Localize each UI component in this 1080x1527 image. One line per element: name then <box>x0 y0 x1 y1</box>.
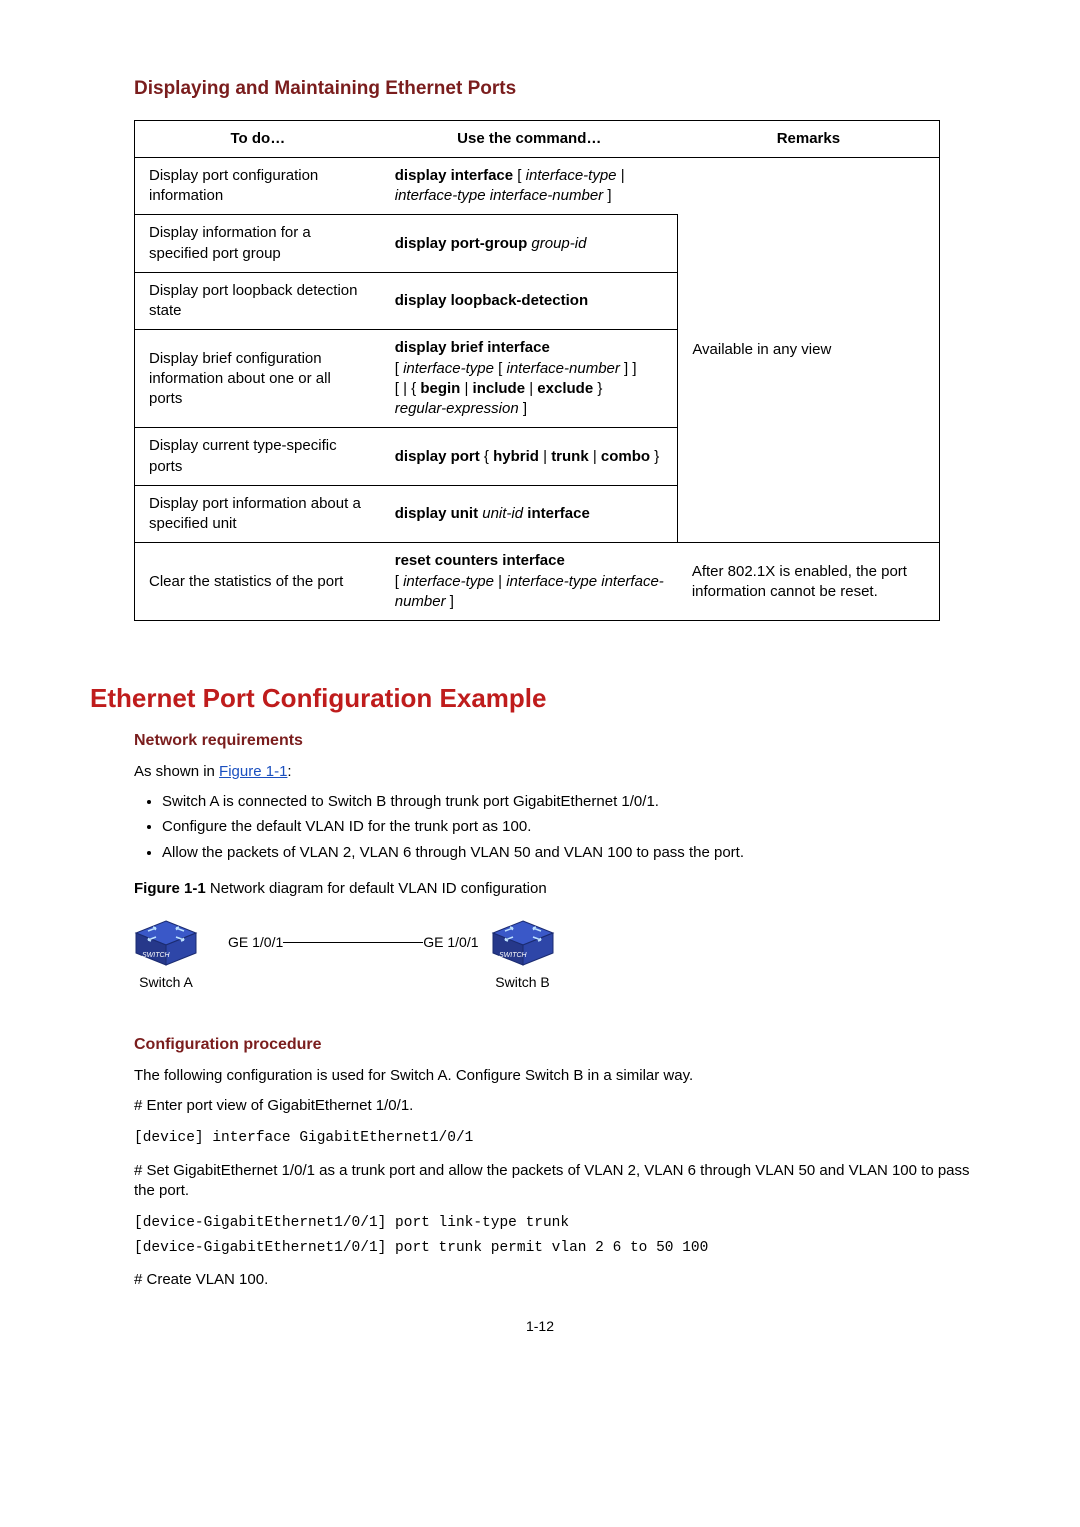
subheading-config-procedure: Configuration procedure <box>134 1034 990 1056</box>
command-table: To do… Use the command… Remarks Display … <box>134 120 940 622</box>
cfg-p2: # Enter port view of GigabitEthernet 1/0… <box>134 1096 990 1116</box>
figure-caption: Figure 1-1 Network diagram for default V… <box>134 879 990 899</box>
cell-todo: Display port configuration information <box>135 157 381 215</box>
cell-todo: Display current type-specific ports <box>135 428 381 486</box>
cell-todo: Display port information about a specifi… <box>135 485 381 543</box>
page-number: 1-12 <box>90 1317 990 1336</box>
switch-icon: SWITCH <box>491 919 555 967</box>
cell-todo: Display information for a specified port… <box>135 215 381 273</box>
cfg-p3: # Set GigabitEthernet 1/0/1 as a trunk p… <box>134 1161 990 1202</box>
figure-link[interactable]: Figure 1-1 <box>219 763 287 780</box>
cfg-p4: # Create VLAN 100. <box>134 1270 990 1290</box>
code-block-1: [device] interface GigabitEthernet1/0/1 <box>134 1126 990 1151</box>
code-block-2: [device-GigabitEthernet1/0/1] port link-… <box>134 1211 990 1260</box>
cell-cmd: display brief interface [ interface-type… <box>381 330 678 428</box>
col-use-command: Use the command… <box>381 120 678 157</box>
cell-todo: Display port loopback detection state <box>135 272 381 330</box>
cell-cmd: display unit unit-id interface <box>381 485 678 543</box>
cell-cmd: display interface [ interface-type | int… <box>381 157 678 215</box>
cfg-p1: The following configuration is used for … <box>134 1066 990 1086</box>
cell-cmd: reset counters interface [ interface-typ… <box>381 543 678 621</box>
cell-remarks: After 802.1X is enabled, the port inform… <box>678 543 940 621</box>
cell-cmd: display port { hybrid | trunk | combo } <box>381 428 678 486</box>
switch-icon-label: SWITCH <box>142 952 171 959</box>
list-item: Switch A is connected to Switch B throug… <box>162 792 990 812</box>
cell-todo: Clear the statistics of the port <box>135 543 381 621</box>
port-a-label: GE 1/0/1 <box>228 933 283 952</box>
table-header-row: To do… Use the command… Remarks <box>135 120 940 157</box>
network-diagram: SWITCH Switch A GE 1/0/1 GE 1/0/1 SWITCH <box>134 909 990 998</box>
cell-cmd: display port-group group-id <box>381 215 678 273</box>
switch-b: SWITCH Switch B <box>491 919 555 992</box>
table-row: Display port configuration information d… <box>135 157 940 215</box>
switch-a-label: Switch A <box>139 973 193 992</box>
list-item: Configure the default VLAN ID for the tr… <box>162 817 990 837</box>
section-heading-display-maintain: Displaying and Maintaining Ethernet Port… <box>134 76 990 102</box>
switch-b-label: Switch B <box>495 973 549 992</box>
port-b-label: GE 1/0/1 <box>423 933 478 952</box>
requirements-list: Switch A is connected to Switch B throug… <box>134 792 990 863</box>
cell-todo: Display brief configuration information … <box>135 330 381 428</box>
table-row: Clear the statistics of the port reset c… <box>135 543 940 621</box>
connection-line <box>283 942 423 943</box>
intro-paragraph: As shown in Figure 1-1: <box>134 762 990 782</box>
switch-a: SWITCH Switch A <box>134 919 198 992</box>
subheading-network-requirements: Network requirements <box>134 730 990 752</box>
cell-cmd: display loopback-detection <box>381 272 678 330</box>
col-remarks: Remarks <box>678 120 940 157</box>
section-heading-config-example: Ethernet Port Configuration Example <box>90 681 990 716</box>
switch-icon-label: SWITCH <box>499 952 528 959</box>
cell-remarks-merged: Available in any view <box>678 157 940 543</box>
list-item: Allow the packets of VLAN 2, VLAN 6 thro… <box>162 843 990 863</box>
switch-icon: SWITCH <box>134 919 198 967</box>
col-to-do: To do… <box>135 120 381 157</box>
